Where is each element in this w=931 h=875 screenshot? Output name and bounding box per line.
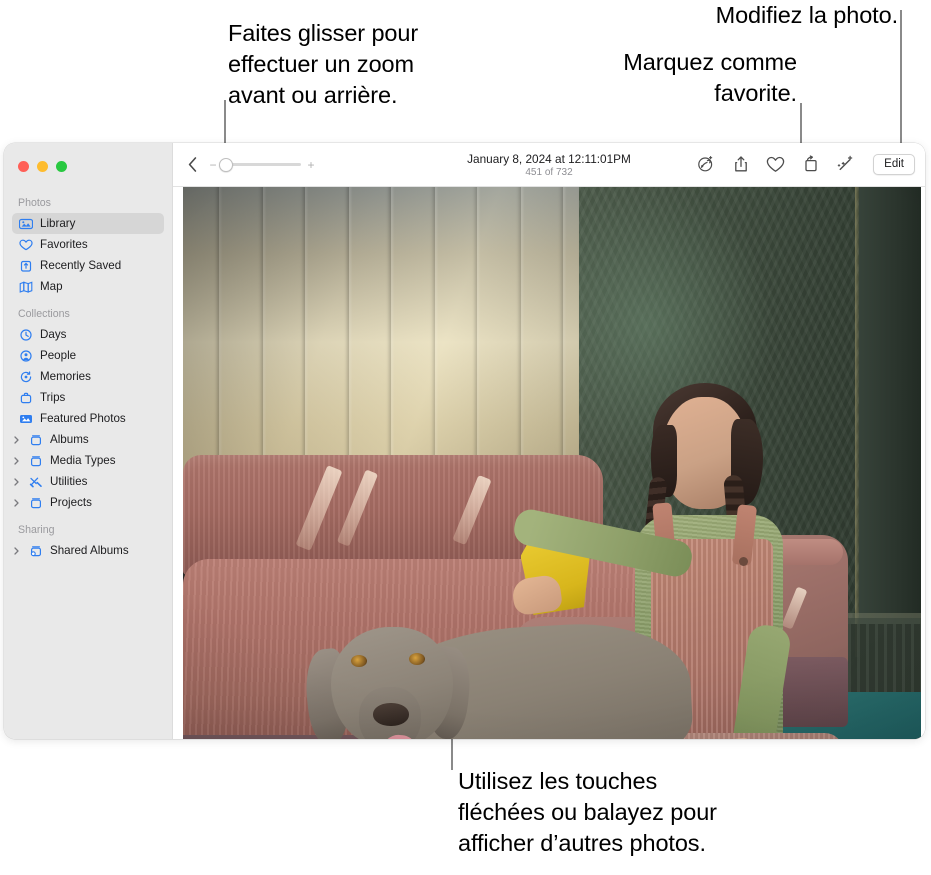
memories-icon <box>18 370 33 383</box>
share-icon[interactable] <box>731 155 750 174</box>
sidebar-item-label: Recently Saved <box>40 259 122 272</box>
callout-edit: Modifiez la photo. <box>715 2 898 28</box>
album-icon <box>28 434 43 446</box>
heart-icon[interactable] <box>766 155 785 174</box>
sidebar-item-label: People <box>40 349 77 362</box>
zoom-slider-track[interactable] <box>219 157 301 172</box>
sidebar-item-label: Featured Photos <box>40 412 126 425</box>
clock-icon <box>18 328 33 341</box>
chevron-right-icon[interactable] <box>12 435 21 444</box>
rotate-icon[interactable] <box>801 155 820 174</box>
album-icon <box>28 497 43 509</box>
screenshot-root: Faites glisser pour effectuer un zoom av… <box>0 0 931 875</box>
sidebar-group-sharing: Sharing Shared Albums <box>4 524 172 561</box>
sidebar-item-media-types[interactable]: Media Types <box>12 450 164 471</box>
shared-album-icon <box>28 545 43 557</box>
zoom-slider-knob[interactable] <box>219 157 233 172</box>
person-icon <box>18 349 33 362</box>
sidebar-item-label: Library <box>40 217 76 230</box>
callout-navigate: Utilisez les touches fléchées ou balayez… <box>458 768 717 856</box>
trips-icon <box>18 392 33 404</box>
sidebar-item-recently-saved[interactable]: Recently Saved <box>12 255 164 276</box>
album-icon <box>28 455 43 467</box>
minimize-button[interactable] <box>37 161 48 172</box>
dog-eye-right <box>408 653 425 665</box>
sidebar-item-label: Media Types <box>50 454 116 467</box>
sidebar-item-map[interactable]: Map <box>12 276 164 297</box>
leader-line-edit <box>900 10 902 161</box>
recently-saved-icon <box>18 260 33 272</box>
sidebar-item-label: Days <box>40 328 67 341</box>
chevron-left-icon[interactable] <box>185 156 199 174</box>
sidebar-item-days[interactable]: Days <box>12 324 164 345</box>
sidebar-item-albums[interactable]: Albums <box>12 429 164 450</box>
sidebar-item-label: Memories <box>40 370 91 383</box>
sidebar-item-favorites[interactable]: Favorites <box>12 234 164 255</box>
photo-timestamp: January 8, 2024 at 12:11:01PM <box>467 151 631 166</box>
edit-button[interactable]: Edit <box>873 153 915 176</box>
chevron-right-icon[interactable] <box>12 456 21 465</box>
overalls-button-right <box>738 557 748 566</box>
toolbar: − + January 8, 2024 at 12:11:01PM 451 of… <box>173 143 925 187</box>
detail-pane: − + January 8, 2024 at 12:11:01PM 451 of… <box>173 143 925 739</box>
toolbar-left: − + <box>185 156 315 174</box>
toolbar-actions: Edit <box>696 153 915 176</box>
maximize-button[interactable] <box>56 161 67 172</box>
zoom-slider[interactable]: − + <box>209 157 315 172</box>
magic-wand-icon[interactable] <box>836 155 855 174</box>
photos-app-window: Photos Library Favorites Recently Saved … <box>4 143 925 739</box>
sidebar: Photos Library Favorites Recently Saved … <box>4 143 173 739</box>
chevron-right-icon[interactable] <box>12 477 21 486</box>
close-button[interactable] <box>18 161 29 172</box>
window-controls[interactable] <box>18 161 67 172</box>
heart-icon <box>18 239 33 251</box>
dog-eye-left <box>350 655 367 667</box>
sidebar-item-memories[interactable]: Memories <box>12 366 164 387</box>
sidebar-item-label: Favorites <box>40 238 88 251</box>
map-icon <box>18 281 33 293</box>
sidebar-item-label: Utilities <box>50 475 88 488</box>
sidebar-item-featured-photos[interactable]: Featured Photos <box>12 408 164 429</box>
sidebar-item-library[interactable]: Library <box>12 213 164 234</box>
callout-zoom-slider: Faites glisser pour effectuer un zoom av… <box>228 20 419 108</box>
dog-nose <box>372 703 409 726</box>
sidebar-item-utilities[interactable]: Utilities <box>12 471 164 492</box>
photo-viewer[interactable] <box>173 187 925 739</box>
chevron-right-icon[interactable] <box>12 546 21 555</box>
utilities-icon <box>28 476 43 488</box>
sidebar-item-projects[interactable]: Projects <box>12 492 164 513</box>
photo-index: 451 of 732 <box>525 166 573 178</box>
sidebar-item-people[interactable]: People <box>12 345 164 366</box>
photo-image[interactable] <box>182 187 921 739</box>
sidebar-item-label: Trips <box>40 391 66 404</box>
sidebar-item-trips[interactable]: Trips <box>12 387 164 408</box>
callout-favorite: Marquez comme favorite. <box>623 49 797 106</box>
sidebar-item-shared-albums[interactable]: Shared Albums <box>12 540 164 561</box>
sidebar-list: Photos Library Favorites Recently Saved … <box>4 143 172 561</box>
wall-corner-trim <box>854 187 859 657</box>
sidebar-item-label: Projects <box>50 496 92 509</box>
zoom-in-label[interactable]: + <box>307 159 315 171</box>
sidebar-group-photos: Photos Library Favorites Recently Saved … <box>4 197 172 297</box>
sidebar-group-collections: Collections Days People Memories Trips F… <box>4 308 172 513</box>
sidebar-item-label: Map <box>40 280 63 293</box>
sidebar-section-photos: Photos <box>18 197 51 209</box>
sidebar-item-label: Shared Albums <box>50 544 129 557</box>
sidebar-section-sharing: Sharing <box>18 524 55 536</box>
chevron-right-icon[interactable] <box>12 498 21 507</box>
zoom-out-label[interactable]: − <box>209 159 217 171</box>
sidebar-item-label: Albums <box>50 433 89 446</box>
sidebar-section-collections: Collections <box>18 308 70 320</box>
library-icon <box>18 218 33 230</box>
featured-photos-icon <box>18 413 33 425</box>
pet-info-icon[interactable] <box>696 155 715 174</box>
